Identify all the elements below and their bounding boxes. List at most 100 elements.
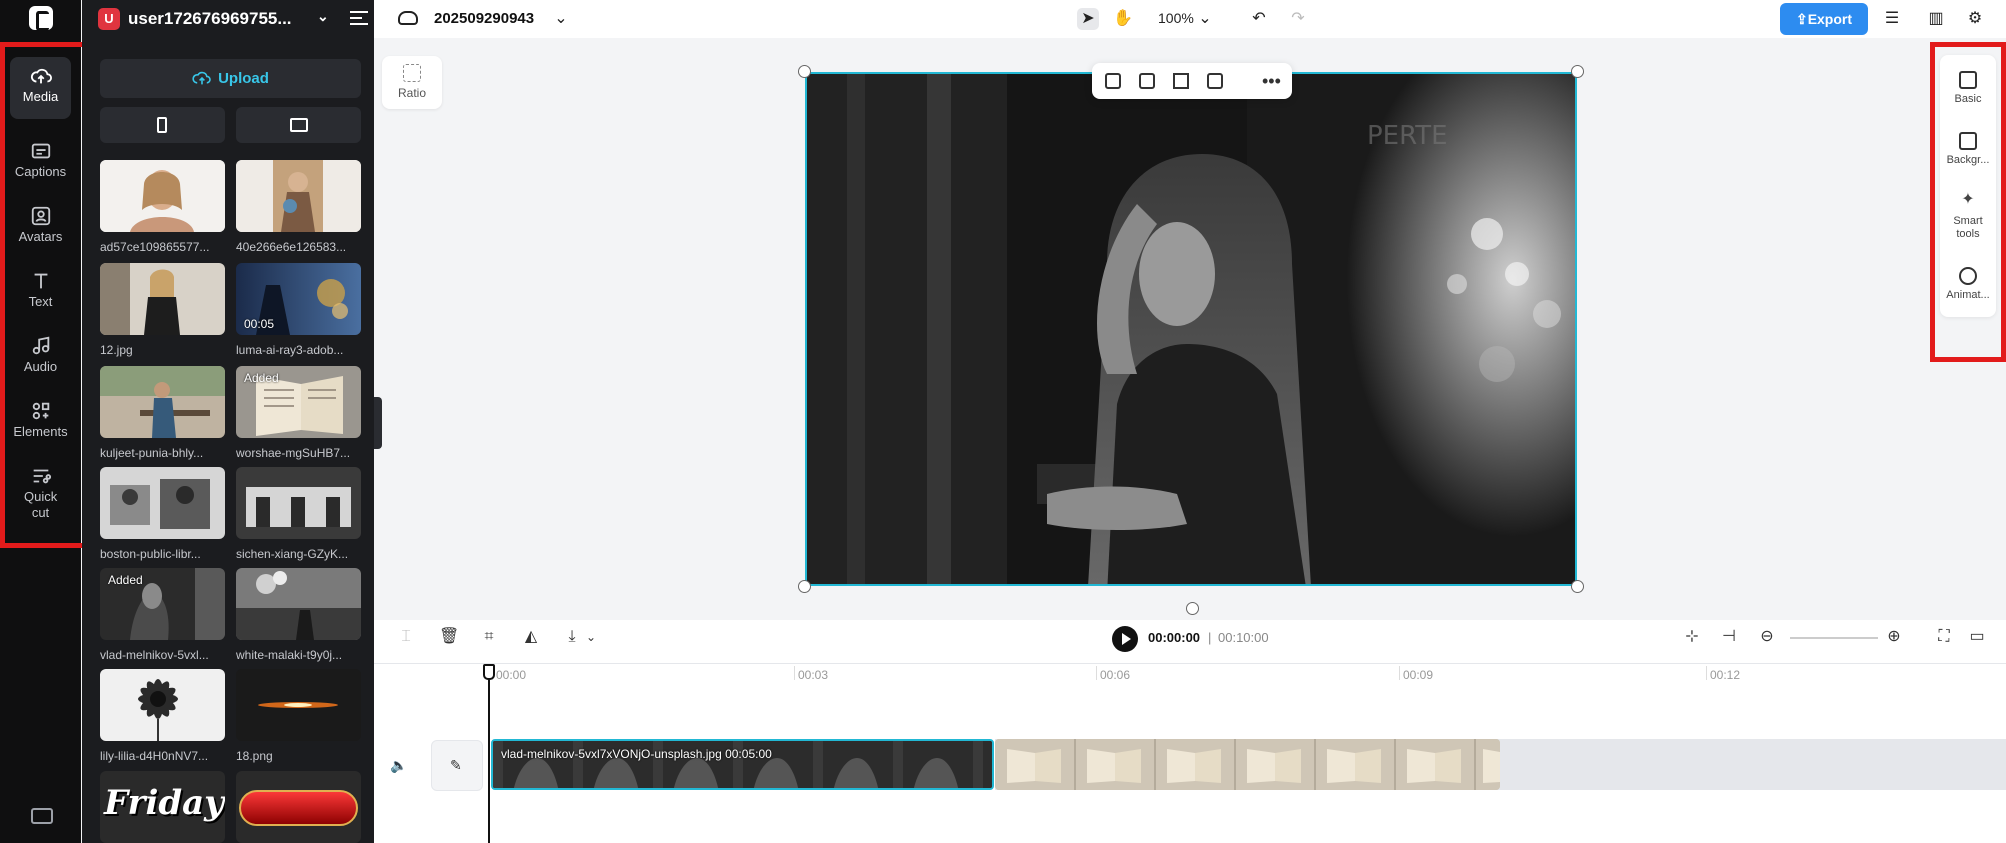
landscape-icon bbox=[290, 118, 308, 132]
export-label: Export bbox=[1807, 11, 1853, 27]
media-thumb[interactable]: Added bbox=[100, 568, 225, 640]
export-button[interactable]: ⇪Export bbox=[1780, 3, 1868, 35]
timeline-zoom-slider[interactable] bbox=[1790, 637, 1878, 639]
media-panel: U user172676969755... ⌄ Upload ad57ce109… bbox=[82, 0, 374, 843]
media-thumb[interactable] bbox=[100, 263, 225, 335]
play-button[interactable] bbox=[1112, 626, 1138, 652]
media-name: ad57ce109865577... bbox=[100, 240, 210, 254]
timeline-clip[interactable]: vlad-melnikov-5vxl7xVONjO-unsplash.jpg 0… bbox=[491, 739, 994, 790]
layers-icon[interactable]: ☰ bbox=[1881, 8, 1903, 30]
track-edit-button[interactable]: ✎ bbox=[431, 740, 483, 791]
ratio-label: Ratio bbox=[397, 86, 426, 100]
media-thumb[interactable] bbox=[236, 568, 361, 640]
delete-icon[interactable]: 🗑 bbox=[439, 628, 459, 646]
media-name: boston-public-libr... bbox=[100, 547, 201, 561]
snap-icon[interactable]: ⊹ bbox=[1683, 628, 1701, 646]
download-icon[interactable]: ⤓ bbox=[563, 628, 581, 646]
cloud-sync-icon bbox=[398, 11, 418, 25]
project-name[interactable]: 202509290943 bbox=[434, 10, 534, 27]
landscape-filter-button[interactable] bbox=[236, 107, 361, 143]
resize-handle[interactable] bbox=[798, 65, 811, 78]
resize-handle[interactable] bbox=[1571, 580, 1584, 593]
media-thumb[interactable]: 00:05 bbox=[236, 263, 361, 335]
time-tick: 00:12 bbox=[1705, 666, 1741, 682]
preview-monitor-icon[interactable]: ▭ bbox=[1968, 628, 1986, 646]
fit-icon[interactable]: ⛶ bbox=[1935, 628, 1953, 646]
resize-handle[interactable] bbox=[1571, 65, 1584, 78]
chevron-down-icon[interactable]: ⌄ bbox=[1194, 8, 1216, 30]
panel-layout-icon[interactable]: ▥ bbox=[1925, 8, 1947, 30]
hand-pan-icon[interactable]: ✋ bbox=[1112, 8, 1134, 30]
ratio-button[interactable]: Ratio bbox=[382, 56, 442, 109]
time-tick: 00:03 bbox=[793, 666, 829, 682]
upload-label: Upload bbox=[218, 70, 269, 87]
undo-icon[interactable]: ↶ bbox=[1248, 8, 1270, 30]
focus-icon[interactable] bbox=[1139, 73, 1155, 89]
media-name: 18.png bbox=[236, 749, 273, 763]
crop-icon[interactable]: ⌗ bbox=[480, 628, 498, 646]
media-thumb[interactable] bbox=[236, 669, 361, 741]
media-thumb[interactable]: Friday bbox=[100, 771, 225, 843]
media-thumb[interactable] bbox=[236, 771, 361, 843]
clip-label: vlad-melnikov-5vxl7xVONjO-unsplash.jpg 0… bbox=[501, 747, 772, 761]
settings-gear-icon[interactable]: ⚙ bbox=[1964, 8, 1986, 30]
added-badge: Added bbox=[108, 573, 143, 587]
account-header[interactable]: U user172676969755... ⌄ bbox=[98, 6, 368, 32]
media-thumb[interactable]: Added bbox=[236, 366, 361, 438]
highlight-box bbox=[1930, 42, 2006, 362]
speaker-icon[interactable]: 🔈 bbox=[390, 757, 407, 773]
media-name: 12.jpg bbox=[100, 343, 133, 357]
menu-icon[interactable] bbox=[350, 11, 368, 25]
chevron-down-icon[interactable]: ⌄ bbox=[317, 8, 329, 25]
split-icon[interactable]: ⌶ bbox=[397, 628, 415, 646]
crop-icon[interactable] bbox=[1173, 73, 1189, 89]
media-name: vlad-melnikov-5vxl... bbox=[100, 648, 209, 662]
friday-sticker-text: Friday bbox=[104, 783, 224, 823]
flip-icon[interactable]: ◭ bbox=[522, 628, 540, 646]
media-thumb[interactable] bbox=[100, 366, 225, 438]
ratio-icon bbox=[403, 64, 421, 82]
time-tick: 00:06 bbox=[1095, 666, 1131, 682]
media-name: kuljeet-punia-bhly... bbox=[100, 446, 204, 460]
chevron-down-icon[interactable]: ⌄ bbox=[550, 8, 572, 30]
time-tick: 00:09 bbox=[1398, 666, 1434, 682]
zoom-level[interactable]: 100% bbox=[1158, 10, 1194, 26]
more-options-icon[interactable]: ••• bbox=[1262, 71, 1281, 92]
username: user172676969755... bbox=[128, 9, 292, 28]
select-pointer-icon[interactable]: ➤ bbox=[1077, 8, 1099, 30]
media-thumb[interactable] bbox=[236, 160, 361, 232]
resize-handle[interactable] bbox=[798, 580, 811, 593]
phone-icon bbox=[157, 117, 167, 133]
canvas-photo[interactable]: PERTE bbox=[805, 72, 1577, 586]
media-name: luma-ai-ray3-adob... bbox=[236, 343, 344, 357]
cloud-upload-icon bbox=[192, 71, 211, 85]
timeline-clip[interactable] bbox=[995, 739, 1500, 790]
upload-button[interactable]: Upload bbox=[100, 59, 361, 98]
zoom-out-icon[interactable]: ⊖ bbox=[1758, 628, 1776, 646]
keyboard-shortcuts-icon[interactable] bbox=[31, 808, 53, 824]
time-tick: 00:00 bbox=[491, 666, 527, 682]
chevron-down-icon[interactable]: ⌄ bbox=[582, 628, 600, 646]
rotate-handle[interactable] bbox=[1186, 602, 1199, 615]
split-screen-icon[interactable]: ⊣ bbox=[1720, 628, 1738, 646]
portrait-filter-button[interactable] bbox=[100, 107, 225, 143]
redo-icon[interactable]: ↷ bbox=[1287, 8, 1309, 30]
media-thumb[interactable] bbox=[236, 467, 361, 539]
media-name: sichen-xiang-GZyK... bbox=[236, 547, 349, 561]
total-time: 00:10:00 bbox=[1218, 630, 1269, 645]
user-avatar: U bbox=[98, 8, 120, 30]
media-thumb[interactable] bbox=[100, 160, 225, 232]
svg-text:PERTE: PERTE bbox=[1367, 121, 1448, 151]
mask-icon[interactable] bbox=[1207, 73, 1223, 89]
panel-collapse-handle[interactable] bbox=[374, 397, 382, 449]
media-thumb[interactable] bbox=[100, 669, 225, 741]
playhead-handle[interactable] bbox=[483, 664, 495, 680]
replace-image-icon[interactable] bbox=[1105, 73, 1121, 89]
media-name: 40e266e6e126583... bbox=[236, 240, 347, 254]
playhead[interactable] bbox=[488, 664, 490, 843]
media-name: lily-lilia-d4H0nNV7... bbox=[100, 749, 209, 763]
app-logo[interactable] bbox=[29, 6, 53, 31]
duration-badge: 00:05 bbox=[244, 317, 275, 331]
zoom-in-icon[interactable]: ⊕ bbox=[1885, 628, 1903, 646]
media-thumb[interactable] bbox=[100, 467, 225, 539]
